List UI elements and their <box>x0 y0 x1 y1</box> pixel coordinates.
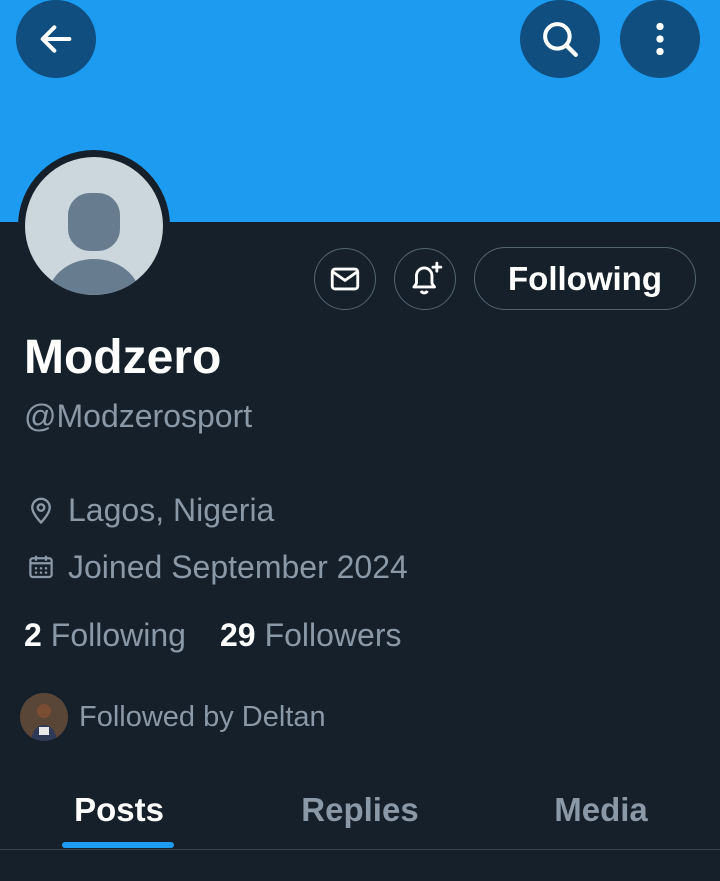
followers-count: 29 <box>219 617 256 653</box>
joined-row: Joined September 2024 <box>24 546 408 588</box>
profile-avatar[interactable] <box>18 150 170 302</box>
following-stat[interactable]: 2 Following <box>24 614 186 656</box>
bell-plus-icon <box>412 261 443 295</box>
tab-posts[interactable]: Posts <box>0 770 238 850</box>
following-count: 2 <box>24 617 42 653</box>
followers-stat[interactable]: 29 Followers <box>220 614 402 656</box>
more-options-button[interactable] <box>620 0 700 78</box>
location-row: Lagos, Nigeria <box>24 489 274 531</box>
follow-stats: 2 Following 29 Followers <box>24 614 401 656</box>
profile-tabs: Posts Replies Media <box>0 770 720 850</box>
location-text: Lagos, Nigeria <box>68 492 275 528</box>
following-label: Following <box>50 617 186 653</box>
message-button[interactable] <box>314 248 376 310</box>
default-avatar-icon <box>25 157 163 295</box>
location-pin-icon <box>24 493 58 527</box>
tabs-divider <box>0 849 720 850</box>
joined-text: Joined September 2024 <box>68 549 408 585</box>
mail-icon <box>330 267 360 291</box>
more-vertical-icon <box>656 22 664 56</box>
search-button[interactable] <box>520 0 600 78</box>
calendar-icon <box>24 550 58 584</box>
following-button[interactable]: Following <box>474 247 696 310</box>
tab-media[interactable]: Media <box>482 770 720 850</box>
followed-by-row[interactable]: Followed by Deltan <box>20 693 326 741</box>
tab-replies[interactable]: Replies <box>238 770 482 850</box>
arrow-left-icon <box>40 25 72 53</box>
follower-avatar <box>20 693 68 741</box>
search-icon <box>543 22 578 57</box>
notifications-button[interactable] <box>394 248 456 310</box>
active-tab-indicator <box>62 842 174 848</box>
user-handle: @Modzerosport <box>24 398 253 434</box>
followed-by-text: Followed by Deltan <box>79 700 326 733</box>
display-name: Modzero <box>24 331 222 384</box>
back-button[interactable] <box>16 0 96 78</box>
followers-label: Followers <box>264 617 402 653</box>
